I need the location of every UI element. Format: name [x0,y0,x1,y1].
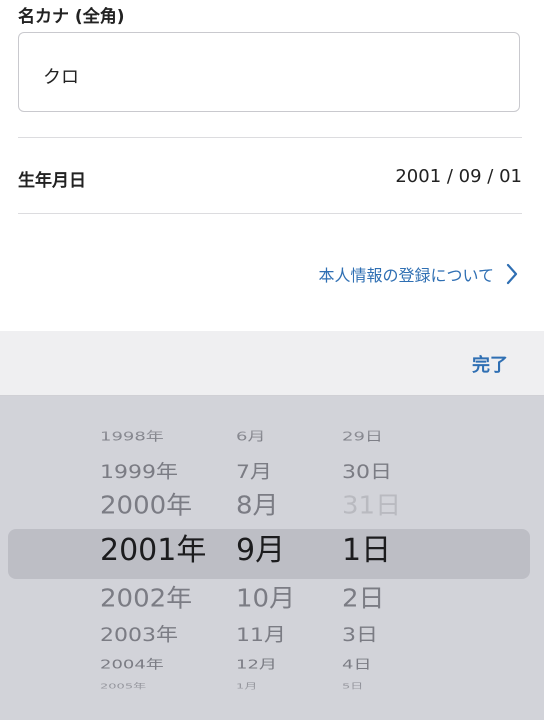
year-option[interactable]: 2004年 [100,658,164,672]
day-wheel[interactable]: 28日 29日 30日 31日 1日 2日 3日 4日 5日 [342,396,422,720]
day-option[interactable]: 4日 [342,658,371,672]
year-wheel[interactable]: 1997年 1998年 1999年 2000年 2001年 2002年 2003年 2004年… [100,396,220,720]
day-option[interactable]: 1日 [342,536,391,566]
month-option[interactable]: 11月 [236,626,286,646]
year-option[interactable]: 2001年 [100,536,206,566]
month-wheel[interactable]: 5月 6月 7月 8月 9月 10月 11月 12月 1月 [236,396,316,720]
divider [18,137,522,138]
day-option[interactable]: 30日 [342,463,392,483]
year-option[interactable]: 2005年 [100,683,146,690]
day-option[interactable]: 2日 [342,587,385,612]
month-option[interactable]: 7月 [236,463,272,483]
profile-form: 名カナ (全角) クロ 生年月日 2001 / 09 / 01 本人情報の登録に… [0,0,558,331]
identity-info-link-label: 本人情報の登録について [318,266,494,285]
day-option[interactable]: 29日 [342,430,383,444]
date-picker: 1997年 1998年 1999年 2000年 2001年 2002年 2003年 2004年… [0,396,544,720]
identity-info-link[interactable]: 本人情報の登録について [318,262,518,286]
day-option[interactable]: 3日 [342,626,378,646]
chevron-right-icon [506,263,518,285]
divider [18,213,522,214]
year-option[interactable]: 1999年 [100,463,178,483]
kana-name-value: クロ [43,67,79,88]
month-option[interactable]: 1月 [236,683,257,690]
month-option[interactable]: 12月 [236,658,277,672]
month-option[interactable]: 9月 [236,536,285,566]
day-option[interactable]: 28日 [342,396,372,398]
date-of-birth-label: 生年月日 [18,171,86,191]
month-option[interactable]: 10月 [236,587,295,612]
month-option[interactable]: 6月 [236,430,265,444]
day-option[interactable]: 31日 [342,494,401,519]
kana-name-label: 名カナ (全角) [18,7,125,27]
right-edge [544,331,558,720]
date-of-birth-value[interactable]: 2001 / 09 / 01 [395,166,522,187]
kana-name-input[interactable]: クロ [18,32,520,112]
month-option[interactable]: 8月 [236,494,279,519]
month-option[interactable]: 5月 [236,396,257,398]
year-option[interactable]: 2002年 [100,587,192,612]
year-option[interactable]: 2003年 [100,626,178,646]
picker-toolbar: 完了 [0,331,544,396]
year-option[interactable]: 1998年 [100,430,164,444]
year-option[interactable]: 1997年 [100,396,146,398]
year-option[interactable]: 2000年 [100,494,192,519]
done-button[interactable]: 完了 [472,351,508,377]
day-option[interactable]: 5日 [342,683,363,690]
